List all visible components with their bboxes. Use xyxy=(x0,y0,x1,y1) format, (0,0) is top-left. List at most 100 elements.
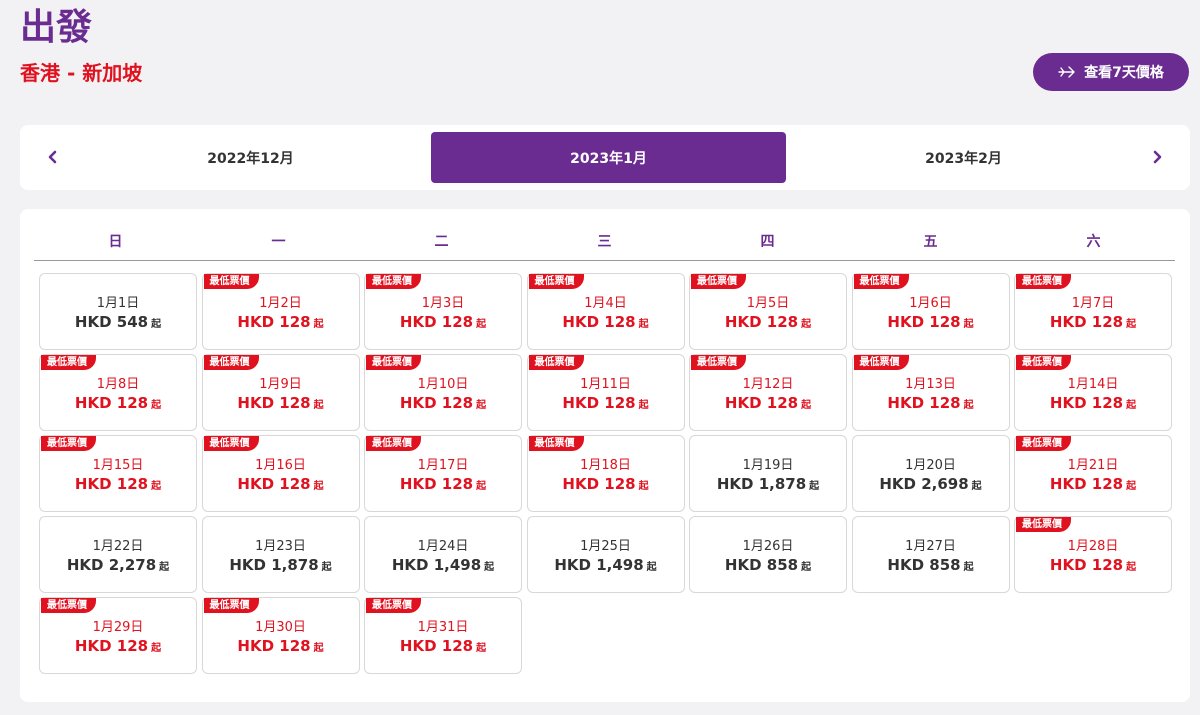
weekday-label: 六 xyxy=(1086,234,1101,250)
price-amount: HKD 2,278 xyxy=(66,556,157,574)
price-amount: HKD 128 xyxy=(887,394,961,412)
day-date: 1月4日 xyxy=(584,296,627,311)
day-date: 1月22日 xyxy=(92,539,144,554)
calendar-panel: 日 一 二 三 四 五 六 1月1日 HKD 548 起最低票價 1月2日 HKD 12… xyxy=(20,209,1190,702)
lowest-fare-badge: 最低票價 xyxy=(41,436,96,451)
tab-prev-month[interactable]: 2022年12月 xyxy=(73,132,428,183)
weekday-label: 四 xyxy=(760,234,775,250)
price-amount: HKD 128 xyxy=(74,394,149,412)
day-price: HKD 128 起 xyxy=(40,394,196,412)
calendar-day-cell[interactable]: 1月20日 HKD 2,698 起 xyxy=(851,435,1010,512)
chevron-left-icon[interactable] xyxy=(40,145,64,169)
day-price: HKD 858 起 xyxy=(853,556,1009,574)
calendar-day-cell[interactable]: 最低票價 1月4日 HKD 128 起 xyxy=(526,273,685,350)
price-suffix: 起 xyxy=(476,643,487,654)
calendar-day-cell[interactable]: 最低票價 1月5日 HKD 128 起 xyxy=(689,273,847,350)
day-date: 1月5日 xyxy=(746,296,790,311)
calendar-day-cell[interactable]: 最低票價 1月15日 HKD 128 起 xyxy=(39,435,197,512)
price-amount: HKD 128 xyxy=(237,475,311,493)
month-navigation: 2022年12月 2023年1月 2023年2月 xyxy=(20,125,1190,190)
lowest-fare-badge: 最低票價 xyxy=(853,355,909,370)
calendar-day-cell[interactable]: 最低票價 1月3日 HKD 128 起 xyxy=(364,273,522,350)
calendar-day-cell[interactable]: 最低票價 1月13日 HKD 128 起 xyxy=(851,354,1010,431)
weekday-header: 日 一 二 三 四 五 六 xyxy=(34,231,1175,261)
price-amount: HKD 128 xyxy=(74,475,149,493)
day-date: 1月6日 xyxy=(909,296,952,311)
lowest-fare-badge: 最低票價 xyxy=(366,436,421,451)
lowest-fare-badge: 最低票價 xyxy=(691,274,746,289)
price-suffix: 起 xyxy=(476,400,487,411)
day-date: 1月27日 xyxy=(905,539,956,554)
lowest-fare-badge: 最低票價 xyxy=(366,598,421,613)
calendar-day-cell[interactable]: 最低票價 1月12日 HKD 128 起 xyxy=(689,354,847,431)
price-suffix: 起 xyxy=(313,319,324,330)
lowest-fare-badge: 最低票價 xyxy=(203,355,259,370)
day-price: HKD 128 起 xyxy=(203,394,359,412)
calendar-day-cell[interactable]: 最低票價 1月7日 HKD 128 起 xyxy=(1014,273,1172,350)
calendar-day-cell[interactable]: 最低票價 1月29日 HKD 128 起 xyxy=(39,597,197,674)
price-suffix: 起 xyxy=(963,400,974,411)
view-7-day-prices-button[interactable]: 查看7天價格 xyxy=(1033,53,1189,91)
calendar-day-cell[interactable]: 最低票價 1月11日 HKD 128 起 xyxy=(526,354,685,431)
tab-next-month[interactable]: 2023年2月 xyxy=(786,132,1141,183)
day-price: HKD 2,278 起 xyxy=(40,556,196,574)
tab-current-month[interactable]: 2023年1月 xyxy=(431,132,786,183)
calendar-day-cell[interactable]: 最低票價 1月30日 HKD 128 起 xyxy=(201,597,360,674)
calendar-day-cell[interactable]: 1月26日 HKD 858 起 xyxy=(689,516,847,593)
day-date: 1月21日 xyxy=(1067,458,1119,473)
lowest-fare-badge: 最低票價 xyxy=(1016,355,1071,370)
day-date: 1月9日 xyxy=(259,377,302,392)
day-date: 1月15日 xyxy=(92,458,144,473)
calendar-day-cell[interactable]: 1月1日 HKD 548 起 xyxy=(39,273,197,350)
day-price: HKD 128 起 xyxy=(365,637,521,655)
lowest-fare-badge: 最低票價 xyxy=(528,355,584,370)
calendar-day-cell[interactable]: 最低票價 1月14日 HKD 128 起 xyxy=(1014,354,1172,431)
day-date: 1月3日 xyxy=(421,296,465,311)
price-suffix: 起 xyxy=(476,481,487,492)
calendar-day-cell[interactable]: 最低票價 1月9日 HKD 128 起 xyxy=(201,354,360,431)
chevron-right-icon[interactable] xyxy=(1146,145,1170,169)
calendar-day-cell[interactable]: 1月27日 HKD 858 起 xyxy=(851,516,1010,593)
weekday-label: 一 xyxy=(271,234,286,250)
calendar-day-cell[interactable]: 最低票價 1月31日 HKD 128 起 xyxy=(364,597,522,674)
price-suffix: 起 xyxy=(646,562,657,573)
calendar-day-cell[interactable]: 最低票價 1月17日 HKD 128 起 xyxy=(364,435,522,512)
calendar-day-cell[interactable]: 最低票價 1月10日 HKD 128 起 xyxy=(364,354,522,431)
calendar-day-cell[interactable]: 最低票價 1月28日 HKD 128 起 xyxy=(1014,516,1172,593)
day-price: HKD 128 起 xyxy=(853,313,1009,331)
weekday-label: 三 xyxy=(597,234,612,250)
calendar-day-cell[interactable]: 最低票價 1月21日 HKD 128 起 xyxy=(1014,435,1172,512)
calendar-day-cell[interactable]: 最低票價 1月16日 HKD 128 起 xyxy=(201,435,360,512)
day-price: HKD 128 起 xyxy=(365,313,521,331)
day-date: 1月31日 xyxy=(417,620,469,635)
calendar-day-cell[interactable]: 1月24日 HKD 1,498 起 xyxy=(364,516,522,593)
day-date: 1月17日 xyxy=(417,458,469,473)
price-suffix: 起 xyxy=(151,319,162,330)
weekday-label: 二 xyxy=(434,234,449,250)
price-amount: HKD 858 xyxy=(887,556,961,574)
calendar-day-cell[interactable]: 最低票價 1月2日 HKD 128 起 xyxy=(201,273,360,350)
price-suffix: 起 xyxy=(809,481,820,492)
lowest-fare-badge: 最低票價 xyxy=(366,355,421,370)
calendar-day-cell[interactable]: 1月22日 HKD 2,278 起 xyxy=(39,516,197,593)
price-suffix: 起 xyxy=(313,400,324,411)
calendar-day-cell[interactable]: 1月25日 HKD 1,498 起 xyxy=(526,516,685,593)
day-date: 1月11日 xyxy=(580,377,631,392)
day-price: HKD 128 起 xyxy=(1015,475,1171,493)
calendar-day-cell[interactable]: 最低票價 1月6日 HKD 128 起 xyxy=(851,273,1010,350)
price-suffix: 起 xyxy=(801,562,812,573)
calendar-day-cell[interactable]: 1月19日 HKD 1,878 起 xyxy=(689,435,847,512)
price-suffix: 起 xyxy=(638,319,649,330)
calendar-day-cell[interactable]: 1月23日 HKD 1,878 起 xyxy=(201,516,360,593)
calendar-day-cell[interactable]: 最低票價 1月8日 HKD 128 起 xyxy=(39,354,197,431)
price-amount: HKD 128 xyxy=(237,313,311,331)
route-label: 香港 - 新加坡 xyxy=(20,61,143,85)
day-price: HKD 128 起 xyxy=(528,475,684,493)
lowest-fare-badge: 最低票價 xyxy=(691,355,746,370)
price-suffix: 起 xyxy=(801,319,812,330)
lowest-fare-badge: 最低票價 xyxy=(366,274,421,289)
lowest-fare-badge: 最低票價 xyxy=(203,598,259,613)
calendar-day-cell[interactable]: 最低票價 1月18日 HKD 128 起 xyxy=(526,435,685,512)
lowest-fare-badge: 最低票價 xyxy=(528,436,584,451)
price-suffix: 起 xyxy=(963,319,974,330)
